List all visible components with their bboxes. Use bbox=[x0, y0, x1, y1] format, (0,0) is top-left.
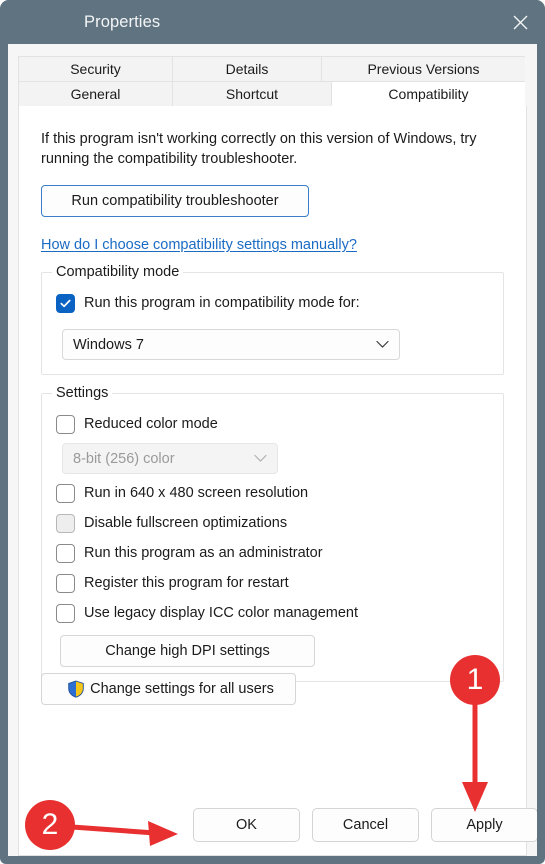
run-in-compatibility-mode-checkbox[interactable] bbox=[56, 293, 75, 313]
annotation-marker-1: 1 bbox=[450, 655, 500, 705]
disable-fullscreen-optimizations-row[interactable]: Disable fullscreen optimizations bbox=[56, 509, 489, 537]
tab-shortcut[interactable]: Shortcut bbox=[172, 81, 332, 106]
run-640x480-checkbox[interactable] bbox=[56, 483, 75, 503]
chevron-down-icon bbox=[376, 337, 389, 353]
dialog-footer: OK Cancel Apply bbox=[16, 802, 537, 848]
tab-general[interactable]: General bbox=[18, 81, 173, 106]
tab-shortcut-label: Shortcut bbox=[225, 86, 279, 102]
compatibility-settings-help-link[interactable]: How do I choose compatibility settings m… bbox=[41, 237, 357, 253]
register-for-restart-row[interactable]: Register this program for restart bbox=[56, 569, 489, 597]
register-for-restart-checkbox[interactable] bbox=[56, 573, 75, 593]
legacy-icc-color-row[interactable]: Use legacy display ICC color management bbox=[56, 599, 489, 627]
tab-previous-versions-label: Previous Versions bbox=[367, 61, 480, 77]
title-bar: Properties bbox=[0, 0, 545, 44]
tab-compatibility-label: Compatibility bbox=[388, 85, 469, 102]
run-in-compatibility-mode-row[interactable]: Run this program in compatibility mode f… bbox=[56, 289, 489, 317]
cancel-button[interactable]: Cancel bbox=[312, 808, 419, 842]
run-as-administrator-checkbox[interactable] bbox=[56, 543, 75, 563]
run-compatibility-troubleshooter-label: Run compatibility troubleshooter bbox=[71, 193, 279, 209]
settings-group-title: Settings bbox=[52, 385, 113, 401]
color-depth-select: 8-bit (256) color bbox=[62, 443, 278, 474]
run-as-administrator-label: Run this program as an administrator bbox=[84, 545, 323, 561]
window-title: Properties bbox=[84, 12, 161, 31]
ok-button-label: OK bbox=[236, 817, 257, 833]
run-compatibility-troubleshooter-button[interactable]: Run compatibility troubleshooter bbox=[41, 185, 309, 217]
compatibility-os-select[interactable]: Windows 7 bbox=[62, 329, 400, 360]
run-as-administrator-row[interactable]: Run this program as an administrator bbox=[56, 539, 489, 567]
run-640x480-row[interactable]: Run in 640 x 480 screen resolution bbox=[56, 479, 489, 507]
cancel-button-label: Cancel bbox=[342, 817, 389, 833]
reduced-color-mode-row[interactable]: Reduced color mode bbox=[56, 410, 489, 438]
tab-strip: Security Details Previous Versions Gener… bbox=[18, 56, 527, 106]
close-icon[interactable] bbox=[495, 0, 545, 44]
settings-group: Settings Reduced color mode 8-bit (256) … bbox=[41, 385, 504, 682]
run-640x480-label: Run in 640 x 480 screen resolution bbox=[84, 485, 309, 501]
dialog-client-area: Security Details Previous Versions Gener… bbox=[8, 44, 537, 856]
tab-panel-compatibility: If this program isn't working correctly … bbox=[18, 106, 527, 856]
legacy-icc-color-label: Use legacy display ICC color management bbox=[84, 605, 359, 621]
change-high-dpi-settings-label: Change high DPI settings bbox=[105, 643, 270, 659]
change-settings-all-users-button[interactable]: Change settings for all users bbox=[41, 673, 296, 705]
tab-general-label: General bbox=[70, 86, 121, 102]
reduced-color-mode-checkbox[interactable] bbox=[56, 414, 75, 434]
tab-compatibility[interactable]: Compatibility bbox=[331, 81, 525, 106]
change-settings-all-users-label: Change settings for all users bbox=[90, 681, 274, 697]
intro-text: If this program isn't working correctly … bbox=[41, 131, 477, 167]
register-for-restart-label: Register this program for restart bbox=[84, 575, 289, 591]
change-high-dpi-settings-button[interactable]: Change high DPI settings bbox=[60, 635, 315, 667]
annotation-marker-2-label: 2 bbox=[41, 808, 59, 841]
compatibility-os-value: Windows 7 bbox=[73, 336, 144, 353]
color-depth-value: 8-bit (256) color bbox=[73, 450, 175, 467]
compatibility-mode-group-title: Compatibility mode bbox=[52, 264, 184, 280]
apply-button[interactable]: Apply bbox=[431, 808, 537, 842]
reduced-color-mode-label: Reduced color mode bbox=[84, 416, 218, 432]
disable-fullscreen-optimizations-checkbox[interactable] bbox=[56, 513, 75, 533]
tab-security-label: Security bbox=[70, 61, 121, 77]
annotation-marker-2: 2 bbox=[25, 800, 75, 850]
legacy-icc-color-checkbox[interactable] bbox=[56, 603, 75, 623]
tab-row-2: General Shortcut Compatibility bbox=[18, 81, 527, 106]
compatibility-mode-group: Compatibility mode Run this program in c… bbox=[41, 264, 504, 375]
tab-details-label: Details bbox=[225, 61, 269, 77]
disable-fullscreen-optimizations-label: Disable fullscreen optimizations bbox=[84, 515, 288, 531]
apply-button-label: Apply bbox=[466, 817, 503, 833]
tab-previous-versions[interactable]: Previous Versions bbox=[321, 56, 525, 81]
tab-row-1: Security Details Previous Versions bbox=[18, 56, 527, 81]
chevron-down-icon bbox=[254, 451, 267, 467]
uac-shield-icon bbox=[67, 680, 85, 698]
ok-button[interactable]: OK bbox=[193, 808, 300, 842]
tab-security[interactable]: Security bbox=[18, 56, 173, 81]
properties-dialog-window: Properties Security Details Previous Ver… bbox=[0, 0, 545, 864]
run-in-compatibility-mode-label: Run this program in compatibility mode f… bbox=[84, 295, 360, 311]
tab-details[interactable]: Details bbox=[172, 56, 322, 81]
annotation-marker-1-label: 1 bbox=[466, 663, 484, 696]
